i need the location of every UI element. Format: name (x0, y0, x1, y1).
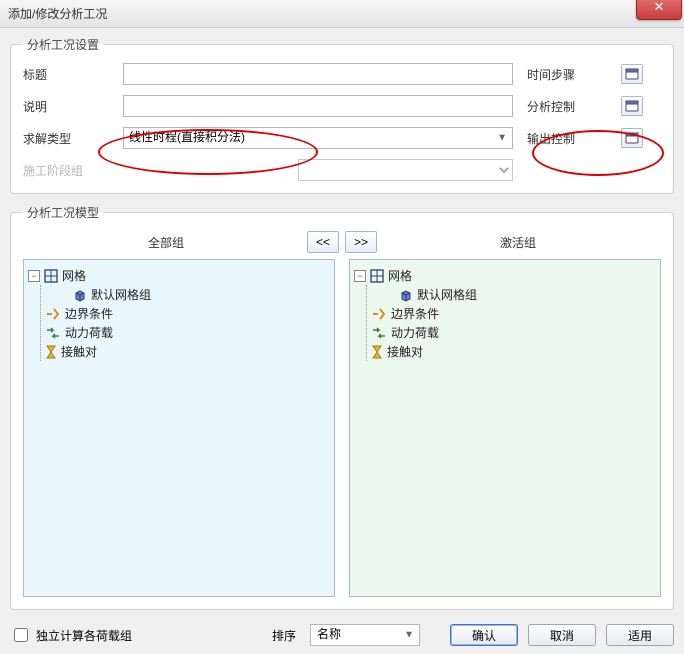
dynamic-load-icon (45, 326, 61, 340)
tree-node-default-mesh-group[interactable]: 默认网格组 (91, 286, 151, 303)
sort-select[interactable]: 名称 (310, 624, 420, 646)
move-left-button[interactable]: << (307, 231, 339, 253)
solver-type-select[interactable]: 线性时程(直接积分法) (123, 127, 513, 149)
dialog-icon (625, 132, 639, 144)
all-groups-pane[interactable]: − 网格 默认网格组 边界条件 (23, 259, 335, 597)
tree-expand-icon[interactable]: − (354, 270, 366, 282)
active-groups-pane[interactable]: − 网格 默认网格组 边界条件 (349, 259, 661, 597)
settings-fieldset: 分析工况设置 标题 时间步骤 说明 分析控制 求解类型 线性时 (10, 36, 674, 194)
tree-node-dynamic-load[interactable]: 动力荷载 (391, 324, 439, 341)
model-legend: 分析工况模型 (23, 204, 103, 221)
stage-group-select (298, 159, 513, 181)
mesh-group-icon (73, 288, 87, 302)
label-description: 说明 (23, 98, 109, 115)
dialog-icon (625, 68, 639, 80)
tree-node-mesh[interactable]: 网格 (62, 267, 86, 284)
label-stage-group: 施工阶段组 (23, 162, 109, 179)
label-time-step: 时间步骤 (527, 66, 607, 83)
ok-label: 确认 (472, 627, 496, 644)
contact-pair-icon (45, 345, 57, 359)
cancel-button[interactable]: 取消 (528, 624, 596, 646)
settings-legend: 分析工况设置 (23, 36, 103, 53)
tree-node-contact-pair[interactable]: 接触对 (61, 343, 97, 360)
label-title: 标题 (23, 66, 109, 83)
contact-pair-icon (371, 345, 383, 359)
time-step-dialog-button[interactable] (621, 64, 643, 84)
boundary-icon (371, 307, 387, 321)
independent-calc-checkbox[interactable]: 独立计算各荷载组 (10, 625, 132, 645)
mesh-icon (370, 269, 384, 283)
label-solver-type: 求解类型 (23, 130, 109, 147)
mesh-group-icon (399, 288, 413, 302)
cancel-label: 取消 (550, 627, 574, 644)
title-input[interactable] (123, 63, 513, 85)
boundary-icon (45, 307, 61, 321)
independent-calc-input[interactable] (14, 628, 28, 642)
tree-node-mesh[interactable]: 网格 (388, 267, 412, 284)
titlebar: 添加/修改分析工况 ✕ (0, 0, 684, 28)
ok-button[interactable]: 确认 (450, 624, 518, 646)
tree-expand-icon[interactable]: − (28, 270, 40, 282)
sort-value: 名称 (317, 627, 341, 641)
close-icon: ✕ (654, 0, 665, 14)
apply-label: 适用 (628, 627, 652, 644)
chevron-right-icon: >> (354, 235, 368, 249)
mesh-icon (44, 269, 58, 283)
apply-button[interactable]: 适用 (606, 624, 674, 646)
tree-node-boundary[interactable]: 边界条件 (65, 305, 113, 322)
description-input[interactable] (123, 95, 513, 117)
analysis-control-dialog-button[interactable] (621, 96, 643, 116)
label-analysis-control: 分析控制 (527, 98, 607, 115)
tree-node-contact-pair[interactable]: 接触对 (387, 343, 423, 360)
dialog-icon (625, 100, 639, 112)
move-right-button[interactable]: >> (345, 231, 377, 253)
tree-node-dynamic-load[interactable]: 动力荷载 (65, 324, 113, 341)
label-output-control: 输出控制 (527, 130, 607, 147)
tree-node-boundary[interactable]: 边界条件 (391, 305, 439, 322)
active-groups-header: 激活组 (377, 234, 659, 251)
window-title: 添加/修改分析工况 (8, 5, 107, 22)
close-button[interactable]: ✕ (636, 0, 682, 20)
independent-calc-label: 独立计算各荷载组 (36, 627, 132, 644)
dynamic-load-icon (371, 326, 387, 340)
all-groups-header: 全部组 (25, 234, 307, 251)
tree-node-default-mesh-group[interactable]: 默认网格组 (417, 286, 477, 303)
output-control-dialog-button[interactable] (621, 128, 643, 148)
solver-type-value: 线性时程(直接积分法) (129, 130, 245, 144)
sort-label: 排序 (272, 627, 296, 644)
model-fieldset: 分析工况模型 全部组 << >> 激活组 − (10, 204, 674, 610)
chevron-left-icon: << (316, 235, 330, 249)
